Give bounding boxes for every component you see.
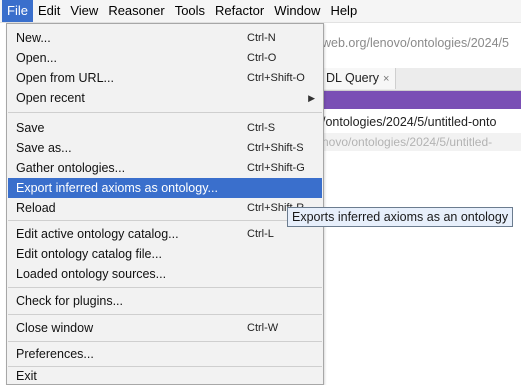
menu-item-shortcut: Ctrl+Shift-G	[247, 162, 305, 174]
menu-item-label: Open...	[16, 51, 57, 65]
menu-item-label: Reload	[16, 201, 56, 215]
menu-item-shortcut: Ctrl-N	[247, 32, 276, 44]
menu-separator	[8, 341, 322, 342]
active-ontology-header-bar	[322, 91, 521, 109]
menu-item-label: New...	[16, 31, 51, 45]
menu-item-check-plugins[interactable]: Check for plugins...	[8, 291, 322, 311]
menu-item-label: Save	[16, 121, 45, 135]
menu-item-label: Check for plugins...	[16, 294, 123, 308]
menu-item-gather-ontologies[interactable]: Gather ontologies... Ctrl+Shift-G	[8, 158, 322, 178]
ontology-iri-field[interactable]: /ontologies/2024/5/untitled-onto	[322, 111, 521, 133]
menu-item-shortcut: Ctrl-O	[247, 52, 277, 64]
close-icon[interactable]: ×	[383, 73, 389, 85]
menu-bar: File Edit View Reasoner Tools Refactor W…	[0, 0, 521, 23]
menu-item-shortcut: Ctrl-W	[247, 322, 279, 334]
tab-dl-query[interactable]: DL Query ×	[322, 68, 397, 89]
menu-item-save-as[interactable]: Save as... Ctrl+Shift-S	[8, 138, 322, 158]
menu-help[interactable]: Help	[325, 0, 362, 22]
menu-tools[interactable]: Tools	[170, 0, 210, 22]
menu-item-reload[interactable]: Reload Ctrl+Shift-R	[8, 198, 322, 218]
tab-dl-query-label: DL Query	[326, 71, 380, 85]
ontology-url: web.org/lenovo/ontologies/2024/5	[322, 36, 509, 50]
menu-item-label: Close window	[16, 321, 94, 335]
menu-item-label: Edit ontology catalog file...	[16, 247, 162, 261]
menu-item-exit[interactable]: Exit	[8, 367, 322, 385]
tab-strip: DL Query ×	[322, 68, 521, 91]
menu-item-label: Open from URL...	[16, 71, 114, 85]
file-menu-dropdown: New... Ctrl-N Open... Ctrl-O Open from U…	[6, 23, 324, 385]
menu-item-label: Export inferred axioms as ontology...	[16, 181, 218, 195]
submenu-arrow-icon: ▶	[308, 93, 315, 103]
menu-item-close-window[interactable]: Close window Ctrl-W	[8, 318, 322, 338]
menu-separator	[8, 220, 322, 221]
menu-item-save[interactable]: Save Ctrl-S	[8, 118, 322, 138]
menu-separator	[8, 314, 322, 315]
menu-item-open-recent[interactable]: Open recent ▶	[8, 88, 322, 108]
menu-item-label: Save as...	[16, 141, 72, 155]
menu-reasoner[interactable]: Reasoner	[103, 0, 169, 22]
menu-separator	[8, 287, 322, 288]
menu-view[interactable]: View	[65, 0, 103, 22]
menu-item-label: Preferences...	[16, 347, 94, 361]
menu-separator	[8, 112, 322, 113]
menu-item-label: Loaded ontology sources...	[16, 267, 167, 281]
menu-item-shortcut: Ctrl+Shift-O	[247, 72, 305, 84]
menu-item-preferences[interactable]: Preferences...	[8, 344, 322, 364]
menu-item-open-from-url[interactable]: Open from URL... Ctrl+Shift-O	[8, 68, 322, 88]
menu-item-edit-active-catalog[interactable]: Edit active ontology catalog... Ctrl-L	[8, 224, 322, 244]
menu-item-open[interactable]: Open... Ctrl-O	[8, 48, 322, 68]
menu-item-label: Edit active ontology catalog...	[16, 227, 179, 241]
ontology-version-iri-field[interactable]: novo/ontologies/2024/5/untitled-	[322, 133, 521, 151]
menu-file[interactable]: File	[2, 0, 33, 22]
menu-edit[interactable]: Edit	[33, 0, 65, 22]
menu-item-label: Exit	[16, 369, 37, 383]
menu-window[interactable]: Window	[269, 0, 325, 22]
menu-item-export-inferred-axioms[interactable]: Export inferred axioms as ontology...	[8, 178, 322, 198]
menu-item-shortcut: Ctrl-S	[247, 122, 276, 134]
menu-item-shortcut: Ctrl-L	[247, 228, 274, 240]
menu-item-loaded-sources[interactable]: Loaded ontology sources...	[8, 264, 322, 284]
tooltip: Exports inferred axioms as an ontology	[287, 207, 514, 227]
menu-item-shortcut: Ctrl+Shift-S	[247, 142, 304, 154]
menu-item-label: Open recent	[16, 91, 85, 105]
menu-item-new[interactable]: New... Ctrl-N	[8, 28, 322, 48]
menu-refactor[interactable]: Refactor	[210, 0, 269, 22]
menu-item-edit-catalog-file[interactable]: Edit ontology catalog file...	[8, 244, 322, 264]
menu-item-label: Gather ontologies...	[16, 161, 126, 175]
